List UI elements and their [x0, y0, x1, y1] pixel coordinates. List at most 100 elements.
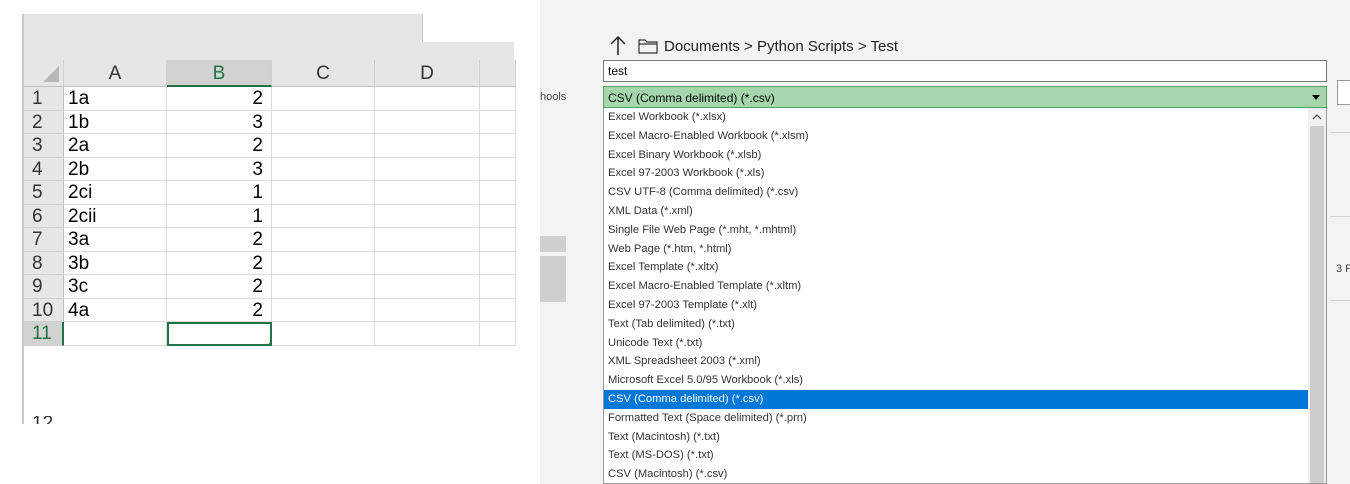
cell-e[interactable] [480, 110, 516, 134]
cell-c[interactable] [272, 322, 375, 346]
up-arrow-icon[interactable] [608, 35, 628, 57]
cell-d[interactable] [375, 204, 480, 228]
row-header[interactable]: 4 [24, 157, 64, 181]
row-header[interactable]: 6 [24, 204, 64, 228]
row-header[interactable]: 10 [24, 298, 64, 322]
cell-a[interactable]: 2b [64, 157, 167, 181]
cell-e[interactable] [480, 204, 516, 228]
file-type-option[interactable]: Microsoft Excel 5.0/95 Workbook (*.xls) [604, 371, 1310, 390]
cell-e[interactable] [480, 134, 516, 158]
file-type-option[interactable]: CSV UTF-8 (Comma delimited) (*.csv) [604, 183, 1310, 202]
fill-handle[interactable] [268, 341, 270, 344]
cell-a[interactable]: 2cii [64, 204, 167, 228]
column-header-b[interactable]: B [167, 60, 272, 87]
file-type-option[interactable]: Text (Tab delimited) (*.txt) [604, 315, 1310, 334]
file-type-option[interactable]: Text (Macintosh) (*.txt) [604, 428, 1310, 447]
cell-d[interactable] [375, 110, 480, 134]
cell-c[interactable] [272, 228, 375, 252]
cell-b[interactable]: 3 [167, 157, 272, 181]
cell-e[interactable] [480, 251, 516, 275]
cell-a[interactable]: 1a [64, 87, 167, 111]
cell-c[interactable] [272, 181, 375, 205]
column-header-e-partial[interactable] [480, 60, 516, 87]
cell-b[interactable]: 2 [167, 298, 272, 322]
path-text[interactable]: Documents > Python Scripts > Test [664, 38, 898, 55]
file-type-option[interactable]: CSV (Comma delimited) (*.csv) [604, 389, 1310, 409]
file-type-option[interactable]: Web Page (*.htm, *.html) [604, 240, 1310, 259]
cell-d[interactable] [375, 157, 480, 181]
cell-c[interactable] [272, 110, 375, 134]
cell-b[interactable]: 2 [167, 228, 272, 252]
column-header-a[interactable]: A [64, 60, 167, 87]
cell-c[interactable] [272, 157, 375, 181]
cell-c[interactable] [272, 134, 375, 158]
column-header-c[interactable]: C [272, 60, 375, 87]
save-button-partial[interactable] [1337, 80, 1350, 105]
file-type-option[interactable]: Formatted Text (Space delimited) (*.prn) [604, 409, 1310, 428]
file-type-option[interactable]: CSV (Macintosh) (*.csv) [604, 465, 1310, 483]
cell-b[interactable]: 3 [167, 110, 272, 134]
cell-e[interactable] [480, 322, 516, 346]
file-type-dropdown-list[interactable]: Excel Workbook (*.xlsx) Excel Macro-Enabl… [603, 108, 1327, 484]
row-header[interactable]: 7 [24, 228, 64, 252]
cell-b[interactable]: 2 [167, 251, 272, 275]
row-header[interactable]: 9 [24, 275, 64, 299]
cell-a[interactable]: 4a [64, 298, 167, 322]
cell-d[interactable] [375, 275, 480, 299]
cell-e[interactable] [480, 87, 516, 111]
dropdown-scrollbar[interactable] [1308, 108, 1326, 483]
cell-a[interactable]: 3b [64, 251, 167, 275]
cell-c[interactable] [272, 204, 375, 228]
cell-c[interactable] [272, 87, 375, 111]
file-type-option[interactable]: Excel Macro-Enabled Template (*.xltm) [604, 277, 1310, 296]
row-header[interactable]: 11 [24, 322, 64, 346]
cell-c[interactable] [272, 298, 375, 322]
cell-d[interactable] [375, 322, 480, 346]
cell-e[interactable] [480, 298, 516, 322]
cell-e[interactable] [480, 157, 516, 181]
cell-a[interactable] [64, 322, 167, 346]
cell-a[interactable]: 3a [64, 228, 167, 252]
file-type-option[interactable]: Excel Workbook (*.xlsx) [604, 108, 1310, 127]
file-type-option[interactable]: Text (MS-DOS) (*.txt) [604, 446, 1310, 465]
row-header[interactable]: 3 [24, 134, 64, 158]
file-type-option[interactable]: XML Data (*.xml) [604, 202, 1310, 221]
file-type-option[interactable]: Excel 97-2003 Workbook (*.xls) [604, 164, 1310, 183]
cell-e[interactable] [480, 228, 516, 252]
scrollbar-thumb[interactable] [1310, 126, 1324, 483]
chevron-down-icon[interactable] [1312, 95, 1320, 100]
scroll-up-icon[interactable] [1308, 108, 1326, 126]
file-type-option[interactable]: Excel 97-2003 Template (*.xlt) [604, 296, 1310, 315]
column-header-d[interactable]: D [375, 60, 480, 87]
cell-b[interactable]: 2 [167, 275, 272, 299]
row-header[interactable]: 2 [24, 110, 64, 134]
cell-a[interactable]: 3c [64, 275, 167, 299]
file-type-option[interactable]: Excel Template (*.xltx) [604, 258, 1310, 277]
cell-b[interactable]: 2 [167, 87, 272, 111]
cell-d[interactable] [375, 87, 480, 111]
file-type-option[interactable]: Excel Binary Workbook (*.xlsb) [604, 146, 1310, 165]
cell-b[interactable] [167, 322, 272, 346]
cell-b[interactable]: 2 [167, 134, 272, 158]
file-type-option[interactable]: XML Spreadsheet 2003 (*.xml) [604, 352, 1310, 371]
cell-a[interactable]: 1b [64, 110, 167, 134]
cell-a[interactable]: 2ci [64, 181, 167, 205]
row-header[interactable]: 1 [24, 87, 64, 111]
cell-d[interactable] [375, 228, 480, 252]
cell-d[interactable] [375, 251, 480, 275]
cell-e[interactable] [480, 181, 516, 205]
cell-c[interactable] [272, 275, 375, 299]
cell-e[interactable] [480, 275, 516, 299]
row-header[interactable]: 5 [24, 181, 64, 205]
cell-a[interactable]: 2a [64, 134, 167, 158]
file-type-option[interactable]: Excel Macro-Enabled Workbook (*.xlsm) [604, 127, 1310, 146]
cell-b[interactable]: 1 [167, 181, 272, 205]
file-type-option[interactable]: Unicode Text (*.txt) [604, 334, 1310, 353]
cell-c[interactable] [272, 251, 375, 275]
file-type-option[interactable]: Single File Web Page (*.mht, *.mhtml) [604, 221, 1310, 240]
filename-input[interactable] [603, 60, 1327, 82]
cell-d[interactable] [375, 298, 480, 322]
sidebar-scroll-thumb[interactable] [540, 256, 566, 302]
row-header[interactable]: 8 [24, 251, 64, 275]
select-all-corner[interactable] [24, 60, 64, 87]
